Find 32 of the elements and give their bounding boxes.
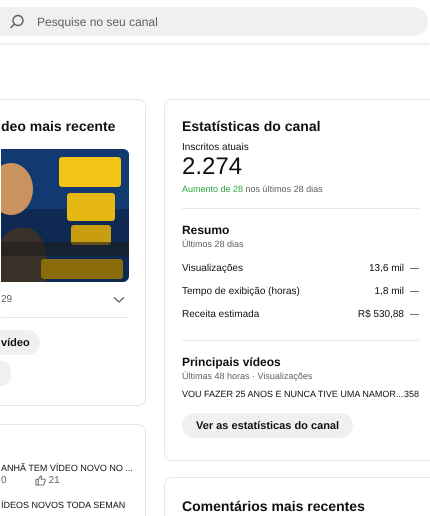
subscribers-label: Inscritos atuais bbox=[182, 142, 250, 153]
subscriber-count: 2.274 bbox=[182, 153, 244, 181]
video-title[interactable]: ÍDEOS NOVOS TODA SEMAN bbox=[1, 500, 135, 510]
trend-text: — bbox=[410, 263, 419, 274]
view-count: 358 bbox=[404, 389, 419, 399]
period-text: Últimas 48 horas · Visualizações bbox=[182, 371, 314, 381]
metric-label: Visualizações bbox=[182, 263, 243, 274]
metric-label: Receita estimada bbox=[182, 309, 260, 320]
trend-text: — bbox=[410, 286, 419, 297]
section-title: Resumo bbox=[182, 223, 230, 237]
section-title: Principais vídeos bbox=[182, 355, 282, 369]
video-title[interactable]: ANHÃ TEM VÍDEO NOVO NO ... bbox=[1, 463, 135, 473]
growth-text: Aumento de 28 nos últimos 28 dias bbox=[182, 184, 324, 194]
stat-value: 29 bbox=[1, 294, 12, 305]
metric-label: Tempo de exibição (horas) bbox=[182, 286, 300, 297]
search-field[interactable]: Pesquise no seu canal bbox=[0, 7, 428, 36]
stats-button[interactable]: Ver as estatísticas do canal bbox=[182, 413, 354, 438]
card-title: deo mais recente bbox=[1, 118, 116, 134]
thumbs-up-icon bbox=[34, 475, 46, 486]
video-button[interactable]: vídeo bbox=[0, 330, 40, 355]
metric-value: 13,6 mil bbox=[368, 263, 404, 274]
metric-value: R$ 530,88 bbox=[358, 309, 404, 320]
chevron-down-icon[interactable] bbox=[113, 296, 125, 304]
period-text: Últimos 28 dias bbox=[182, 239, 245, 249]
video-title[interactable]: VOU FAZER 25 ANOS E NUNCA TIVE UMA NAMOR... bbox=[182, 389, 404, 399]
search-icon bbox=[9, 14, 25, 30]
card-title: Estatísticas do canal bbox=[182, 118, 322, 134]
like-count: 21 bbox=[48, 475, 60, 486]
trend-text: — bbox=[410, 309, 419, 320]
card-title: Comentários mais recentes bbox=[182, 498, 366, 514]
metric-value: 1,8 mil bbox=[374, 286, 404, 297]
view-count: 0 bbox=[1, 475, 7, 486]
